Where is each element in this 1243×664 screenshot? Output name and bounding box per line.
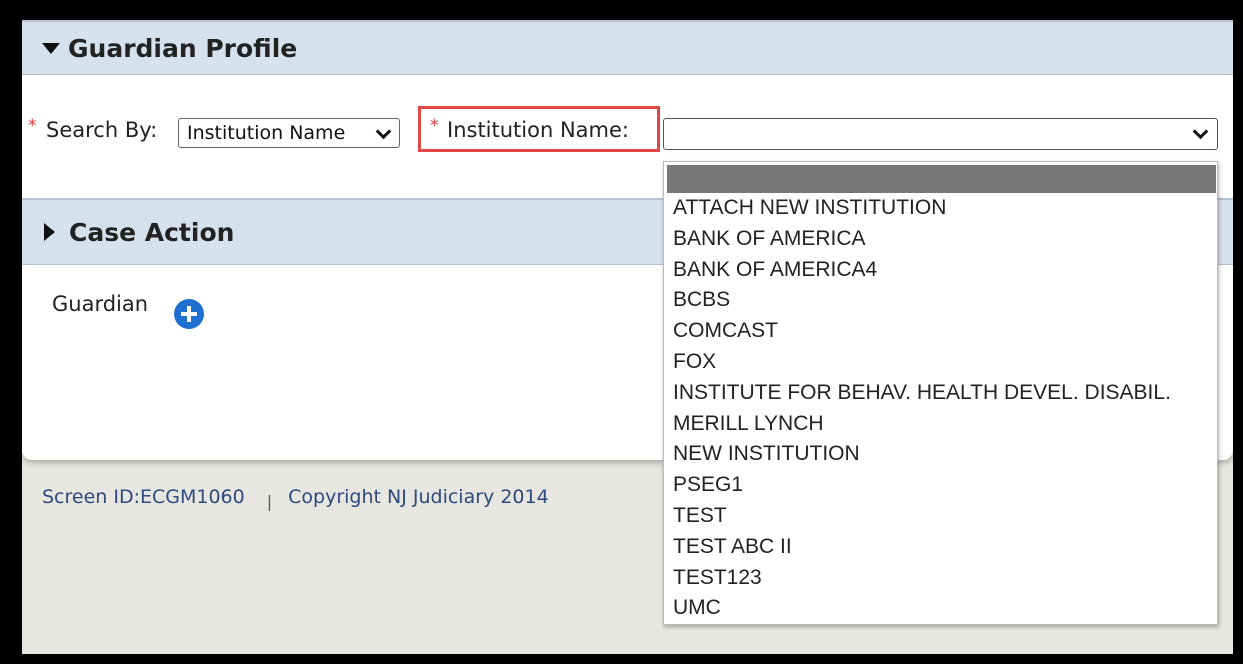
dropdown-option[interactable]: BANK OF AMERICA (664, 224, 1217, 255)
search-by-value: Institution Name (187, 122, 346, 144)
search-by-label: Search By: (46, 118, 158, 142)
triangle-down-icon (42, 42, 60, 54)
footer: Screen ID:ECGM1060 | Copyright NJ Judici… (42, 486, 549, 511)
dropdown-option[interactable]: BANK OF AMERICA4 (664, 255, 1217, 286)
dropdown-option[interactable]: FOX (664, 347, 1217, 378)
dropdown-option[interactable]: INSTITUTE FOR BEHAV. HEALTH DEVEL. DISAB… (664, 378, 1217, 409)
dropdown-option[interactable]: NEW INSTITUTION (664, 439, 1217, 470)
dropdown-option[interactable]: UMC (664, 593, 1217, 624)
chevron-down-icon (1192, 123, 1209, 140)
chevron-down-icon (375, 123, 392, 140)
institution-name-select[interactable] (663, 118, 1218, 150)
screen-id: Screen ID:ECGM1060 (42, 486, 245, 508)
required-marker: * (28, 116, 37, 136)
guardian-label: Guardian (52, 292, 149, 316)
case-action-title: Case Action (69, 217, 235, 247)
plus-circle-icon[interactable] (174, 299, 204, 329)
dropdown-option[interactable]: BCBS (664, 285, 1217, 316)
highlight-annotation (418, 106, 660, 152)
footer-separator: | (266, 491, 273, 511)
dropdown-option[interactable]: ATTACH NEW INSTITUTION (664, 193, 1217, 224)
copyright: Copyright NJ Judiciary 2014 (288, 486, 549, 508)
dropdown-option[interactable]: MERILL LYNCH (664, 409, 1217, 440)
dropdown-option[interactable]: PSEG1 (664, 470, 1217, 501)
page: Guardian Profile * Search By: Institutio… (22, 20, 1233, 654)
dropdown-option[interactable]: TEST123 (664, 563, 1217, 594)
guardian-profile-title: Guardian Profile (68, 33, 298, 63)
dropdown-option[interactable]: COMCAST (664, 316, 1217, 347)
triangle-right-icon (44, 223, 55, 241)
search-by-select[interactable]: Institution Name (178, 118, 400, 148)
dropdown-option[interactable]: TEST ABC II (664, 532, 1217, 563)
dropdown-option-blank[interactable] (667, 165, 1216, 193)
guardian-profile-header[interactable]: Guardian Profile (22, 20, 1233, 75)
dropdown-option[interactable]: TEST (664, 501, 1217, 532)
institution-dropdown-list[interactable]: ATTACH NEW INSTITUTION BANK OF AMERICA B… (663, 161, 1218, 625)
